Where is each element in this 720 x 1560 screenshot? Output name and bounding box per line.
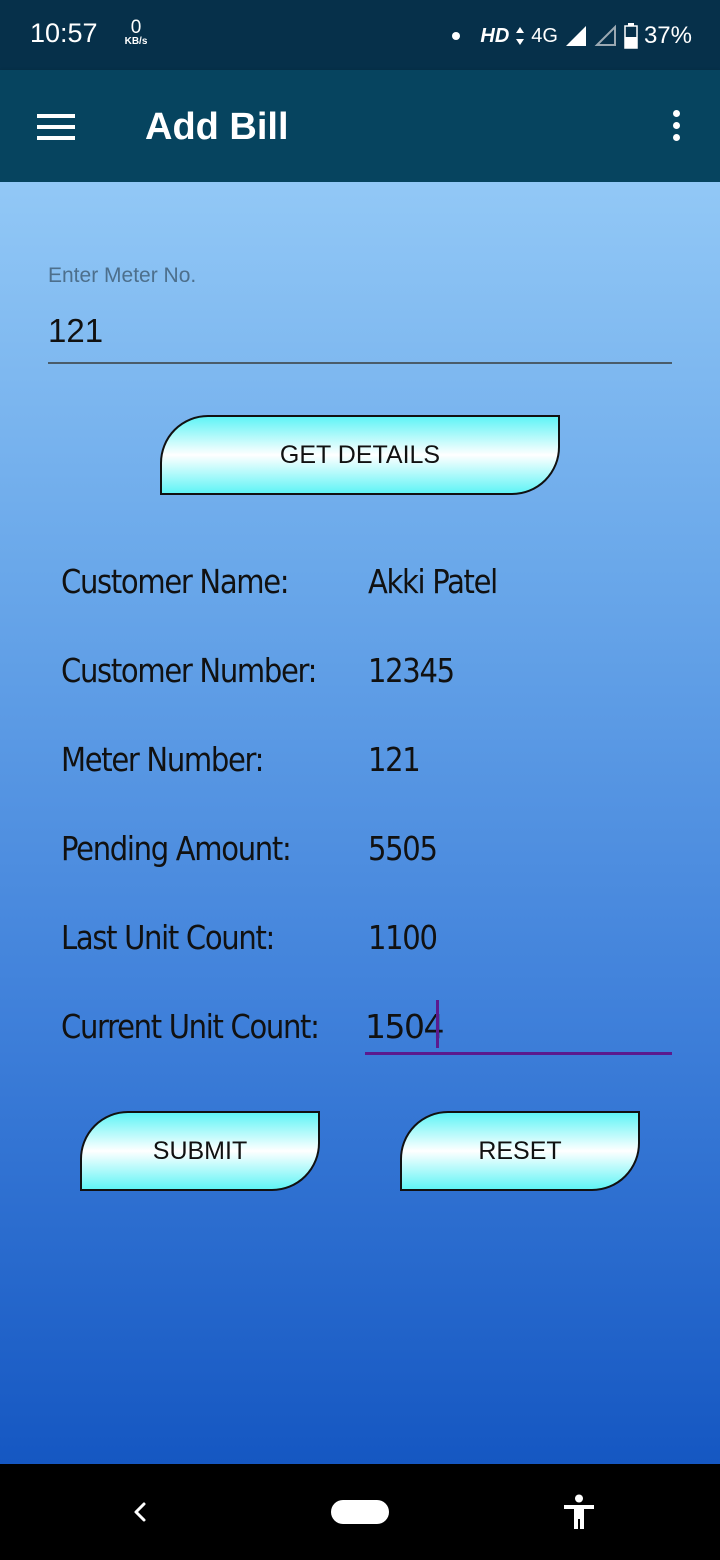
last-unit-count-label: Last Unit Count: xyxy=(61,918,275,957)
battery-percent: 37% xyxy=(643,22,692,49)
current-unit-count-label: Current Unit Count: xyxy=(61,1007,320,1046)
customer-name-value: Akki Patel xyxy=(368,562,498,601)
notification-dot-icon xyxy=(452,32,461,40)
pending-amount-value: 5505 xyxy=(368,829,438,868)
meter-number-input[interactable] xyxy=(48,308,672,364)
data-arrows-icon xyxy=(516,27,525,45)
last-unit-count-value: 1100 xyxy=(368,918,438,957)
customer-number-label: Customer Number: xyxy=(61,651,317,690)
data-speed-indicator: 0 KB/s xyxy=(119,18,153,47)
battery-icon xyxy=(624,23,638,49)
status-bar: 10:57 0 KB/s HD 4G 37% xyxy=(0,0,720,70)
get-details-button[interactable]: GET DETAILS xyxy=(160,415,560,495)
meter-number-label: Meter Number: xyxy=(61,740,264,779)
main-content: Enter Meter No. GET DETAILS Customer Nam… xyxy=(0,182,720,1464)
home-pill-icon[interactable] xyxy=(331,1500,389,1524)
reset-button[interactable]: RESET xyxy=(400,1111,640,1191)
system-nav-bar xyxy=(0,1464,720,1560)
app-bar: Add Bill xyxy=(0,70,720,182)
hd-label: HD xyxy=(480,24,510,47)
meter-field-label: Enter Meter No. xyxy=(48,264,197,287)
status-time: 10:57 xyxy=(30,18,98,48)
meter-number-value: 121 xyxy=(368,740,421,779)
back-icon[interactable] xyxy=(128,1498,152,1526)
data-speed-unit: KB/s xyxy=(124,36,148,47)
status-icons: HD 4G 37% xyxy=(452,20,692,52)
network-label: 4G xyxy=(531,24,558,47)
hamburger-icon[interactable] xyxy=(37,114,75,140)
signal-empty-icon xyxy=(594,24,616,46)
customer-number-value: 12345 xyxy=(368,651,455,690)
submit-button[interactable]: SUBMIT xyxy=(80,1111,320,1191)
data-speed-value: 0 xyxy=(130,17,142,38)
pending-amount-label: Pending Amount: xyxy=(61,829,292,868)
page-title: Add Bill xyxy=(145,106,289,148)
customer-name-label: Customer Name: xyxy=(61,562,290,601)
current-unit-count-input[interactable] xyxy=(365,1000,672,1055)
signal-full-icon xyxy=(565,26,586,46)
more-vertical-icon[interactable] xyxy=(670,110,682,144)
accessibility-icon[interactable] xyxy=(562,1494,596,1530)
text-cursor xyxy=(436,1000,439,1048)
